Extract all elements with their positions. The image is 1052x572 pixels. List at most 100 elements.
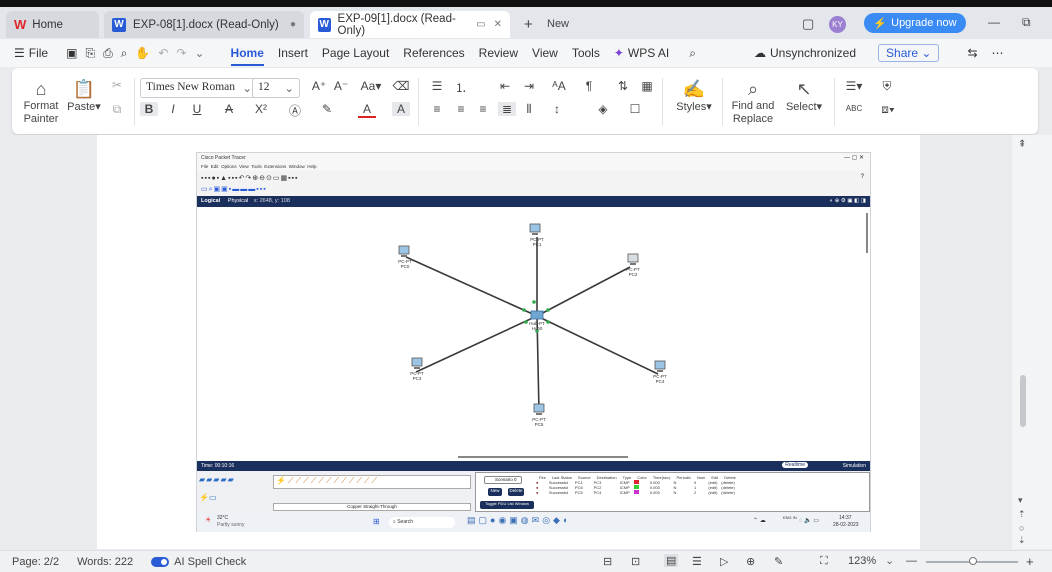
copy-icon[interactable]: ⧉	[108, 102, 126, 117]
menu-tools[interactable]: Tools	[572, 46, 600, 60]
fit-page-icon[interactable]: ⛶	[820, 555, 828, 568]
pc-icon[interactable]	[653, 360, 667, 374]
new-tab-label[interactable]: New	[547, 18, 569, 30]
menu-references[interactable]: References	[403, 46, 464, 60]
tab-home[interactable]: W Home	[6, 11, 99, 38]
redo-icon[interactable]: ↷	[176, 46, 186, 60]
pc-icon[interactable]	[528, 223, 542, 237]
menu-wps-ai[interactable]: WPS AI	[628, 46, 669, 60]
superscript-icon[interactable]: X²	[252, 102, 270, 116]
decrease-font-icon[interactable]: A⁻	[332, 79, 350, 93]
format-painter-button[interactable]: ⌂ Format Painter	[22, 78, 60, 126]
pc-icon[interactable]	[397, 245, 411, 259]
page-view-icon[interactable]: ▤	[664, 554, 679, 567]
text-effect-icon[interactable]: Ⓐ	[286, 102, 304, 119]
menu-file[interactable]: File	[29, 46, 48, 60]
pin-icon[interactable]: ▭	[476, 19, 485, 30]
shading-icon[interactable]: ◈	[594, 102, 612, 116]
select-button[interactable]: ↖ Select▾	[782, 78, 826, 113]
tab-exp09[interactable]: W EXP-09[1].docx (Read-Only) ▭ ✕	[310, 11, 510, 38]
menu-page-layout[interactable]: Page Layout	[322, 46, 389, 60]
next-page-icon[interactable]: ⇣	[1018, 535, 1026, 546]
close-icon[interactable]: ✕	[494, 19, 502, 30]
scroll-down-icon[interactable]: ▾	[1018, 495, 1023, 506]
page-count[interactable]: Page: 2/2	[12, 556, 59, 568]
restore-icon[interactable]: ⧉	[1022, 15, 1031, 30]
italic-button[interactable]: I	[164, 102, 182, 116]
align-right-icon[interactable]: ≡	[474, 102, 492, 116]
zoom-out-icon[interactable]: —	[906, 555, 917, 567]
table-borders-icon[interactable]: ▦	[638, 79, 656, 93]
strikethrough-icon[interactable]: A	[220, 102, 238, 116]
align-left-icon[interactable]: ≡	[428, 102, 446, 116]
char-shading-icon[interactable]: A	[392, 102, 410, 116]
sidebar-collapse-icon[interactable]: ⇞	[1018, 139, 1026, 150]
outline-view-icon[interactable]: ☰	[692, 555, 702, 568]
text-tools-icon[interactable]: ☰▾	[842, 79, 866, 93]
menu-home[interactable]: Home	[230, 46, 265, 66]
bullets-icon[interactable]: ☰	[428, 79, 446, 93]
document-tools-icon[interactable]: ⧈▾	[876, 102, 900, 117]
pt-hscroll[interactable]	[458, 456, 628, 458]
menu-view[interactable]: View	[532, 46, 558, 60]
underline-button[interactable]: U	[188, 102, 206, 116]
menu-review[interactable]: Review	[479, 46, 518, 60]
sort-icon[interactable]: ⇅	[614, 79, 632, 93]
hub-icon[interactable]	[530, 308, 544, 322]
share-button[interactable]: Share ⌄	[878, 44, 940, 62]
increase-font-icon[interactable]: A⁺	[310, 79, 328, 93]
bold-button[interactable]: B	[140, 102, 158, 116]
font-name-select[interactable]: Times New Roman ⌄	[140, 78, 258, 98]
spell-check-icon[interactable]: ABC	[842, 104, 866, 113]
export-pdf-icon[interactable]: ⎘	[85, 46, 95, 61]
prev-page-icon[interactable]: ⇡	[1018, 509, 1026, 520]
paste-button[interactable]: 📋 Paste▾	[66, 78, 102, 113]
align-center-icon[interactable]: ≡	[452, 102, 470, 116]
highlight-icon[interactable]: ✎	[318, 102, 336, 116]
line-spacing-icon[interactable]: ↕	[548, 102, 566, 116]
eye-protection-icon[interactable]: ✎	[774, 555, 783, 568]
play-icon[interactable]: ▷	[720, 555, 728, 568]
tablet-mode-icon[interactable]: ▢	[802, 16, 814, 32]
tab-close-dot-icon[interactable]: ●	[290, 19, 296, 30]
pc-icon[interactable]	[626, 253, 640, 267]
outline-icon[interactable]: ⊟	[603, 555, 612, 568]
sync-status[interactable]: Unsynchronized	[770, 46, 856, 60]
numbering-icon[interactable]: ⒈	[452, 79, 470, 96]
minimize-icon[interactable]: —	[988, 15, 1000, 29]
decrease-indent-icon[interactable]: ⇤	[496, 79, 514, 93]
zoom-dropdown-icon[interactable]: ⌄	[885, 554, 894, 567]
zoom-slider-thumb[interactable]	[969, 557, 977, 565]
ribbon-toggle-icon[interactable]: ⇆	[967, 46, 977, 60]
spell-check-toggle[interactable]	[151, 556, 170, 567]
web-view-icon[interactable]: ⊕	[746, 555, 755, 568]
focus-mode-icon[interactable]: ⊡	[631, 555, 640, 568]
avatar[interactable]: KY	[829, 16, 846, 33]
more-options-icon[interactable]: ⋯	[992, 46, 1004, 60]
tab-exp08[interactable]: W EXP-08[1].docx (Read-Only) ●	[104, 11, 304, 38]
print-icon[interactable]: ⎙	[103, 46, 113, 61]
hand-icon[interactable]: ✋	[135, 46, 150, 60]
search-icon[interactable]: ⌕	[689, 46, 696, 61]
increase-indent-icon[interactable]: ⇥	[520, 79, 538, 93]
font-size-select[interactable]: 12 ⌄	[252, 78, 300, 98]
change-case-icon[interactable]: Aa▾	[358, 79, 384, 93]
paragraph-mark-icon[interactable]: ¶	[580, 79, 598, 93]
page-nav-dot-icon[interactable]: ○	[1019, 523, 1024, 533]
new-tab-plus-icon[interactable]: +	[524, 16, 533, 33]
zoom-level[interactable]: 123%	[848, 555, 876, 567]
pt-vscroll[interactable]	[866, 213, 868, 253]
undo-icon[interactable]: ↶	[158, 46, 168, 60]
distribute-icon[interactable]: ⫴	[520, 102, 538, 117]
border-icon[interactable]: ☐	[626, 102, 644, 116]
clear-format-icon[interactable]: ⌫	[392, 79, 410, 93]
zoom-in-icon[interactable]: +	[1026, 554, 1034, 569]
cut-icon[interactable]: ✂	[108, 78, 126, 92]
save-icon[interactable]: ▣	[66, 46, 77, 60]
embedded-screenshot[interactable]: Cisco Packet Tracer — ▢ ✕ File Edit Opti…	[196, 152, 871, 532]
upgrade-button[interactable]: ⚡ Upgrade now	[864, 13, 966, 33]
shield-icon[interactable]: ⛨	[878, 79, 896, 94]
word-count[interactable]: Words: 222	[77, 556, 133, 568]
pc-icon[interactable]	[410, 357, 424, 371]
vertical-scrollbar-thumb[interactable]	[1020, 375, 1026, 427]
